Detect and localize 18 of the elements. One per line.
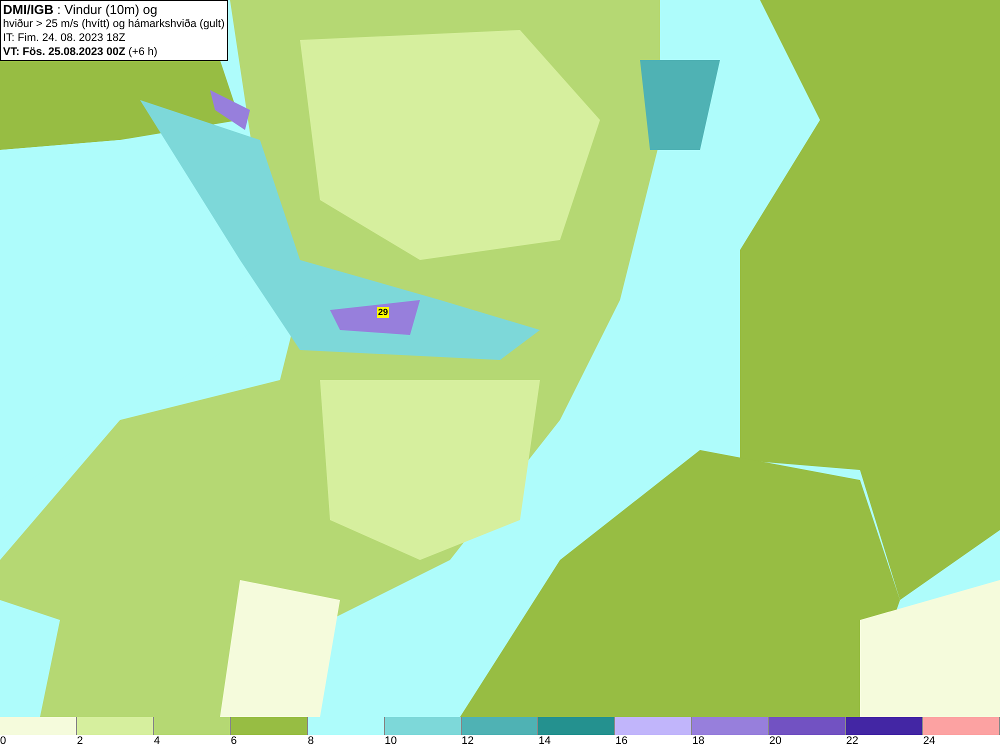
- legend-label: 8: [308, 735, 314, 747]
- legend-label: 24: [923, 735, 936, 747]
- legend-label: 4: [154, 735, 160, 747]
- title-line: DMI/IGB : Vindur (10m) og: [3, 2, 158, 17]
- title-line: VT: Fös. 25.08.2023 00Z (+6 h): [3, 45, 158, 59]
- legend-label: 14: [538, 735, 551, 747]
- legend-label: 20: [769, 735, 782, 747]
- title-line: hviður > 25 m/s (hvítt) og hámarkshviða (gult): [3, 17, 225, 31]
- legend-label: 2: [76, 735, 84, 747]
- legend-label: 10: [384, 735, 397, 747]
- title-line: IT: Fim. 24. 08. 2023 18Z: [3, 31, 126, 45]
- legend-label: 12: [462, 735, 474, 747]
- legend-label: 6: [230, 735, 237, 747]
- legend-label: 16: [615, 735, 628, 747]
- legend-label: 18: [692, 735, 705, 747]
- legend-label: 0: [0, 735, 6, 747]
- legend-label: 22: [846, 735, 858, 747]
- max-gust-label: 29: [377, 307, 390, 318]
